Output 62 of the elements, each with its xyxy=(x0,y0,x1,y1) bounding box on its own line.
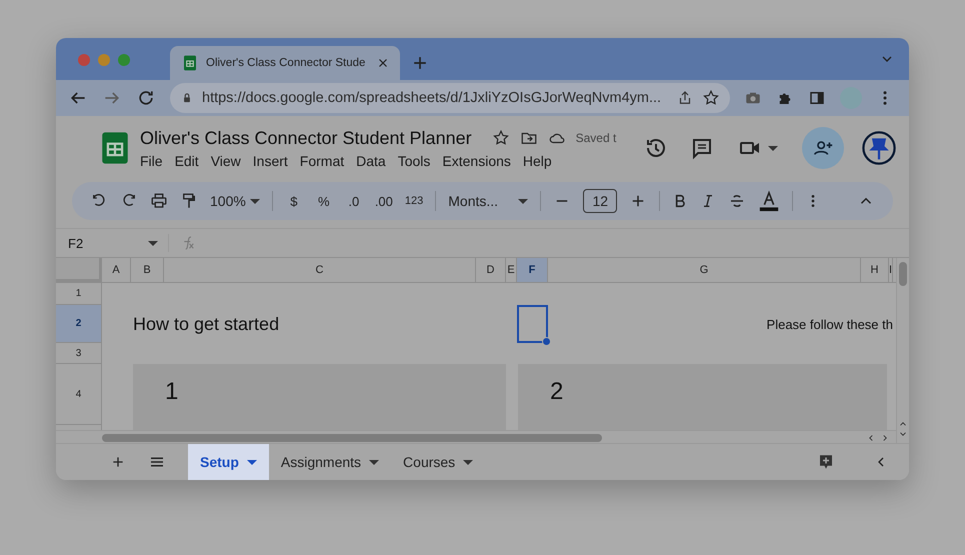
caret-icon xyxy=(148,240,158,246)
url-text: https://docs.google.com/spreadsheets/d/1JxliYzOIsGJorWeqNvm4ym... xyxy=(202,90,662,106)
caret-icon xyxy=(518,198,528,204)
menu-item[interactable]: File xyxy=(140,152,163,168)
star-icon[interactable] xyxy=(492,129,510,147)
percent-format-button[interactable]: % xyxy=(314,194,333,208)
selected-cell[interactable] xyxy=(517,305,548,343)
increase-decimals-button[interactable]: .00 xyxy=(374,194,393,208)
paint-format-icon[interactable] xyxy=(180,192,198,210)
font-size-field[interactable]: 12 xyxy=(583,189,618,213)
fill-handle[interactable] xyxy=(542,337,551,346)
scrollbar-thumb[interactable] xyxy=(899,262,907,286)
caret-icon xyxy=(246,460,257,464)
step-number: 1 xyxy=(165,378,178,405)
row-header[interactable]: 3 xyxy=(56,343,102,364)
address-bar[interactable]: https://docs.google.com/spreadsheets/d/1JxliYzOIsGJorWeqNvm4ym... xyxy=(170,83,730,113)
menu-item[interactable]: Help xyxy=(522,152,552,168)
font-dropdown[interactable]: Monts... xyxy=(448,193,528,209)
caret-icon[interactable] xyxy=(768,146,778,150)
save-status: Saved t xyxy=(576,131,618,145)
menu-item[interactable]: Edit xyxy=(174,152,199,168)
browser-tab[interactable]: Oliver's Class Connector Stude xyxy=(170,46,400,80)
menu-item[interactable]: Tools xyxy=(398,152,430,168)
menu-item[interactable]: View xyxy=(210,152,241,168)
menu-item[interactable]: Insert xyxy=(252,152,288,168)
number-format-button[interactable]: 123 xyxy=(404,195,424,207)
side-panel-icon[interactable] xyxy=(808,89,826,107)
decrease-decimals-button[interactable]: .0 xyxy=(344,194,363,208)
currency-format-button[interactable]: $ xyxy=(284,194,303,208)
zoom-dropdown[interactable]: 100% xyxy=(210,193,260,209)
bookmark-star-icon[interactable] xyxy=(702,89,720,107)
vertical-scrollbar[interactable] xyxy=(896,258,909,443)
step-number: 2 xyxy=(550,378,564,405)
text-color-icon[interactable] xyxy=(758,190,780,212)
caret-icon xyxy=(369,460,380,464)
window-control-dot[interactable] xyxy=(78,54,90,66)
sheet-heading: How to get started xyxy=(132,312,280,336)
row-header[interactable]: 4 xyxy=(56,364,102,425)
sheet-tab[interactable]: Setup xyxy=(188,444,269,480)
share-button[interactable] xyxy=(802,127,844,169)
caret-icon xyxy=(463,460,474,464)
menu-item[interactable]: Format xyxy=(300,152,344,168)
pin-icon[interactable] xyxy=(862,131,896,165)
column-header[interactable]: I xyxy=(889,258,893,282)
window-control-dot[interactable] xyxy=(98,54,110,66)
sheet-tab[interactable]: Assignments xyxy=(268,444,392,480)
print-icon[interactable] xyxy=(150,192,168,210)
tab-title: Oliver's Class Connector Stude xyxy=(206,57,366,69)
row-header[interactable]: 1 xyxy=(56,283,102,305)
column-header[interactable]: F xyxy=(517,258,548,282)
spreadsheet-icon xyxy=(182,55,198,71)
caret-icon xyxy=(250,198,260,204)
menu-item[interactable]: Data xyxy=(356,152,386,168)
name-box[interactable]: F2 xyxy=(56,236,164,250)
menu-item[interactable]: Extensions xyxy=(442,152,511,168)
window-control-dot[interactable] xyxy=(118,54,130,66)
sheet-tab[interactable]: Courses xyxy=(391,444,486,480)
instructions-text: Please follow these th xyxy=(766,316,893,334)
document-title[interactable]: Oliver's Class Connector Student Planner xyxy=(140,128,472,148)
scrollbar-thumb[interactable] xyxy=(102,434,602,442)
column-header[interactable]: E xyxy=(506,258,517,282)
row-header[interactable]: 2 xyxy=(56,305,102,343)
